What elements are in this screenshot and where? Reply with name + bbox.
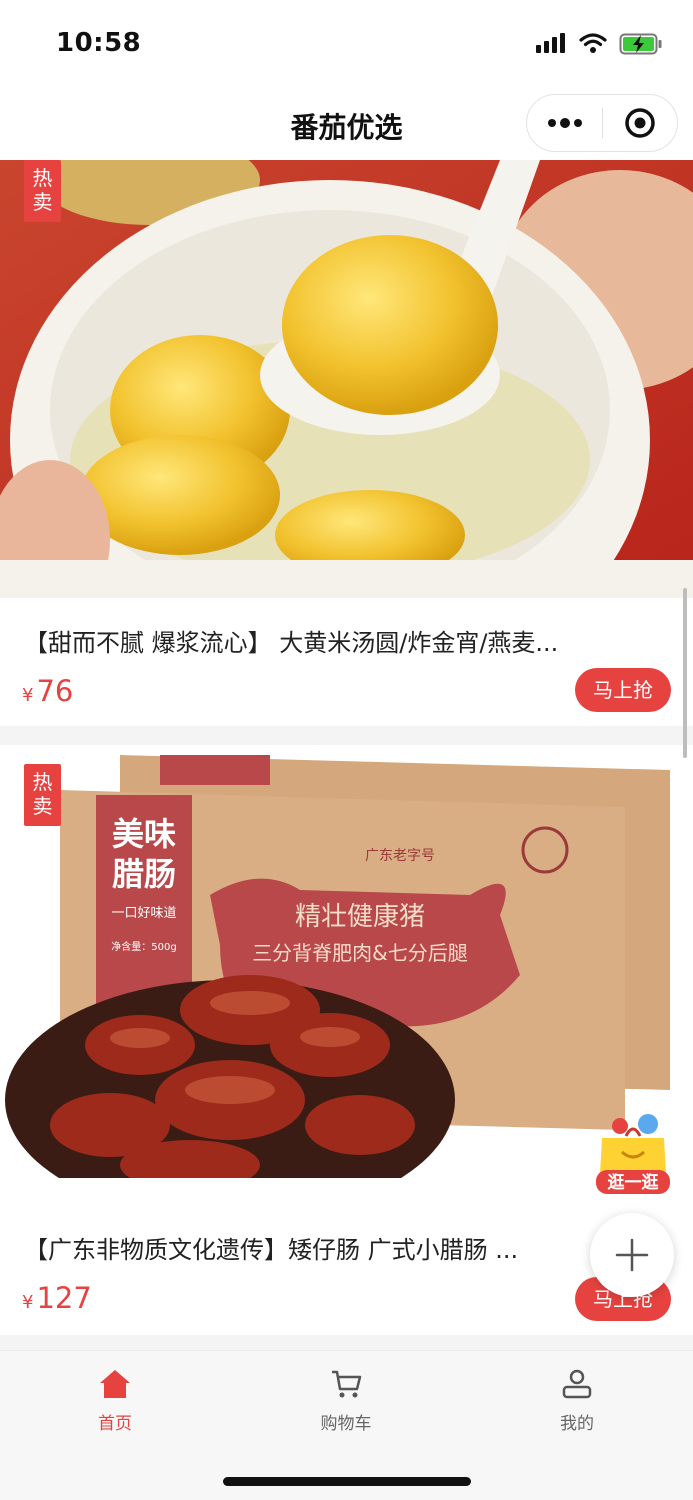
- status-icons: [535, 30, 663, 58]
- product-card[interactable]: 热卖 【甜而不腻 爆浆流心】 大黄米汤圆/炸金宵/燕麦... ¥ 76 马上抢: [0, 160, 693, 726]
- tab-profile[interactable]: 我的: [517, 1365, 637, 1434]
- home-icon: [100, 1370, 130, 1398]
- cart-icon: [332, 1370, 362, 1398]
- hot-badge: 热卖: [24, 764, 61, 826]
- tab-label: 我的: [560, 1414, 594, 1434]
- add-button[interactable]: [590, 1213, 674, 1297]
- svg-text:腊肠: 腊肠: [112, 855, 176, 893]
- tab-label: 首页: [98, 1414, 132, 1434]
- svg-text:逛一逛: 逛一逛: [608, 1172, 659, 1193]
- signal-icon: [536, 33, 565, 53]
- cantonese-sausage-box-photo: 美味 腊肠 一口好味道 净含量：500g 广东老字号 精壮健康猪 三分背脊肥肉&…: [0, 745, 693, 1178]
- price-value: 127: [36, 1281, 92, 1315]
- close-target-icon: [625, 108, 655, 138]
- currency-symbol: ¥: [22, 685, 34, 706]
- product-price: ¥ 76: [22, 674, 73, 708]
- more-button[interactable]: [527, 94, 602, 152]
- shopping-bag-icon: 逛一逛: [596, 1114, 670, 1194]
- product-card[interactable]: 美味 腊肠 一口好味道 净含量：500g 广东老字号 精壮健康猪 三分背脊肥肉&…: [0, 745, 693, 1335]
- mini-program-capsule: [526, 94, 678, 152]
- currency-symbol: ¥: [22, 1292, 34, 1313]
- close-button[interactable]: [603, 94, 677, 152]
- wifi-icon: [579, 33, 607, 53]
- home-indicator: [223, 1477, 471, 1486]
- status-time: 10:58: [56, 28, 142, 58]
- buy-now-button[interactable]: 马上抢: [575, 668, 671, 712]
- svg-text:精壮健康猪: 精壮健康猪: [295, 902, 425, 932]
- scrollbar[interactable]: [683, 588, 687, 758]
- svg-text:一口好味道: 一口好味道: [111, 906, 176, 921]
- status-bar: 10:58: [0, 0, 693, 88]
- plus-icon: [615, 1238, 649, 1272]
- product-price: ¥ 127: [22, 1281, 92, 1315]
- product-feed: 热卖 【甜而不腻 爆浆流心】 大黄米汤圆/炸金宵/燕麦... ¥ 76 马上抢 …: [0, 160, 693, 1350]
- tab-cart[interactable]: 购物车: [286, 1365, 406, 1434]
- more-dots-icon: [547, 118, 582, 128]
- svg-text:三分背脊肥肉&七分后腿: 三分背脊肥肉&七分后腿: [252, 941, 468, 965]
- tab-home[interactable]: 首页: [55, 1365, 175, 1434]
- user-icon: [562, 1369, 592, 1399]
- nav-bar: 番茄优选: [0, 88, 693, 160]
- tab-label: 购物车: [320, 1414, 372, 1434]
- tangyuan-bowl-photo: [0, 160, 693, 598]
- svg-text:广东老字号: 广东老字号: [365, 848, 435, 864]
- browse-shop-button[interactable]: 逛一逛: [592, 1112, 674, 1198]
- svg-text:美味: 美味: [112, 815, 176, 853]
- hot-badge: 热卖: [24, 160, 61, 222]
- product-title[interactable]: 【甜而不腻 爆浆流心】 大黄米汤圆/炸金宵/燕麦...: [24, 623, 664, 658]
- price-value: 76: [36, 674, 74, 708]
- svg-text:净含量：500g: 净含量：500g: [111, 940, 176, 953]
- product-title[interactable]: 【广东非物质文化遗传】矮仔肠 广式小腊肠 ...: [24, 1230, 664, 1265]
- battery-charging-icon: [619, 33, 662, 55]
